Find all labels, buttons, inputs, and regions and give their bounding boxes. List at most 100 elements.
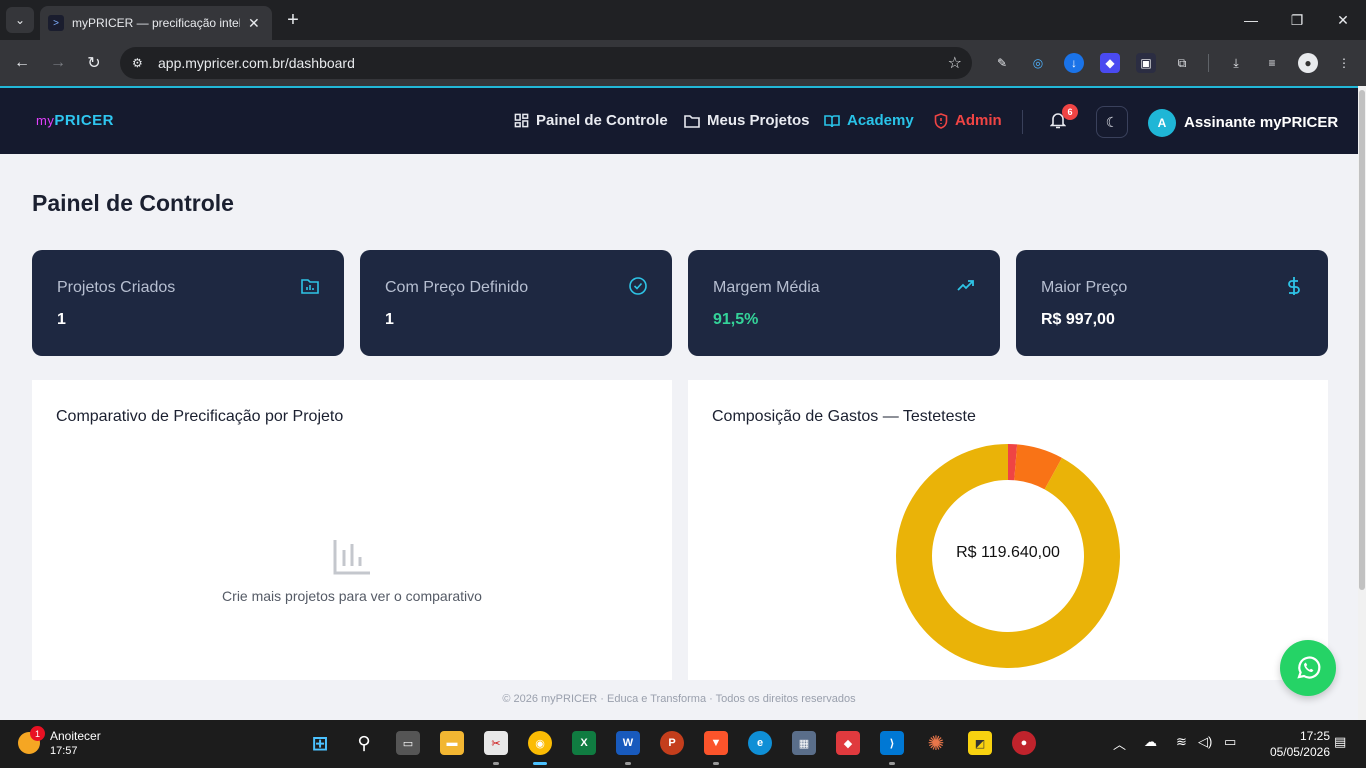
back-button[interactable]: ← <box>10 51 34 75</box>
windows-icon: ⊞ <box>311 732 329 755</box>
bookmark-star-icon[interactable]: ☆ <box>948 53 962 73</box>
word-icon: W <box>622 737 634 749</box>
notifications-badge: 6 <box>1062 104 1078 120</box>
stat-value: 91,5% <box>713 311 759 328</box>
address-bar[interactable]: ⚙ app.mypricer.com.br/dashboard ☆ <box>120 47 972 79</box>
nav-admin[interactable]: Admin <box>934 112 1002 129</box>
word-app[interactable]: W <box>616 731 640 755</box>
snipping-tool-app[interactable]: ✂ <box>484 731 508 755</box>
scrollbar-thumb[interactable] <box>1359 90 1365 590</box>
media-control-icon[interactable]: ≡ <box>1262 53 1282 73</box>
app-logo[interactable]: myPRICER <box>36 112 114 129</box>
restore-button[interactable]: ❐ <box>1282 8 1312 32</box>
dollar-icon <box>1288 277 1300 295</box>
check-circle-icon <box>629 277 647 295</box>
stat-card-margin: Margem Média 91,5% <box>688 250 1000 356</box>
footer: © 2026 myPRICER · Educa e Transforma · T… <box>502 693 856 705</box>
minimize-icon: — <box>1244 12 1258 28</box>
weather-title[interactable]: Anoitecer <box>50 729 101 743</box>
chevron-down-icon: ⌄ <box>14 13 26 27</box>
close-window-button[interactable]: ✕ <box>1328 8 1358 32</box>
close-icon: ✕ <box>1337 11 1349 28</box>
vscode-app[interactable]: ⟩ <box>880 731 904 755</box>
chrome-app[interactable]: ◉ <box>528 731 552 755</box>
sticky-notes-app[interactable]: ◩ <box>968 731 992 755</box>
clock-time[interactable]: 17:25 <box>1290 729 1330 743</box>
weather-time: 17:57 <box>50 745 78 757</box>
nav-dashboard-label: Painel de Controle <box>536 112 668 129</box>
app-navbar: myPRICER Painel de Controle Meus Projeto… <box>0 86 1358 154</box>
edge-icon: e <box>756 737 764 749</box>
composition-panel: Composição de Gastos — Testeteste R$ 119… <box>688 380 1328 680</box>
stat-label: Projetos Criados <box>57 279 176 296</box>
battery-icon[interactable]: ▭ <box>1224 734 1236 750</box>
show-hidden-icons-button[interactable]: ︿ <box>1113 734 1126 753</box>
nav-admin-label: Admin <box>955 112 1002 129</box>
nav-projects-label: Meus Projetos <box>707 112 810 129</box>
close-icon[interactable]: ✕ <box>248 15 260 32</box>
page-title: Painel de Controle <box>32 190 234 216</box>
user-name[interactable]: Assinante myPRICER <box>1184 114 1338 131</box>
empty-state-text: Crie mais projetos para ver o comparativ… <box>222 588 482 604</box>
taskbar: 1 Anoitecer 17:57 ⊞ ⚲ ▭ ▬ ✂ ◉ X W P ▼ e … <box>0 720 1366 768</box>
reload-icon: ↻ <box>87 55 101 72</box>
calculator-app[interactable]: ▦ <box>792 731 816 755</box>
anydesk-app[interactable]: ◆ <box>836 731 860 755</box>
excel-app[interactable]: X <box>572 731 596 755</box>
running-indicator <box>625 762 631 765</box>
app-extension-icon[interactable]: ▣ <box>1136 53 1156 73</box>
folder-icon: ▬ <box>446 737 458 749</box>
start-button[interactable]: ⊞ <box>308 731 332 755</box>
edge-app[interactable]: e <box>748 731 772 755</box>
browser-tab-strip: ⌄ > myPRICER — precificação inteligente … <box>0 0 1366 40</box>
toolbar-divider <box>1208 54 1209 72</box>
globe-extension-icon[interactable]: ◎ <box>1028 53 1048 73</box>
arrow-right-icon: → <box>50 54 66 71</box>
avatar[interactable]: A <box>1148 109 1176 137</box>
site-info-icon[interactable]: ⚙ <box>132 56 152 70</box>
running-indicator <box>493 762 499 765</box>
profile-avatar-icon[interactable]: ● <box>1298 53 1318 73</box>
tab-list-button[interactable]: ⌄ <box>6 7 34 33</box>
trending-up-icon <box>957 280 974 291</box>
downloads-icon[interactable]: ⤓ <box>1226 53 1246 73</box>
eyedropper-extension-icon[interactable]: ✎ <box>992 53 1012 73</box>
shield-icon <box>934 112 948 129</box>
forward-button[interactable]: → <box>46 51 70 75</box>
stat-card-priced: Com Preço Definido 1 <box>360 250 672 356</box>
puzzle-icon[interactable]: ⧉ <box>1172 53 1192 73</box>
nav-projects[interactable]: Meus Projetos <box>684 112 810 129</box>
powerpoint-app[interactable]: P <box>660 731 684 755</box>
donut-center-value: R$ 119.640,00 <box>956 544 1060 561</box>
stat-label: Margem Média <box>713 279 820 296</box>
wifi-icon[interactable]: ≋ <box>1176 734 1187 750</box>
claude-app[interactable]: ✺ <box>924 731 948 755</box>
nav-academy[interactable]: Academy <box>824 112 914 129</box>
recorder-app[interactable]: ● <box>1012 731 1036 755</box>
page-scrollbar[interactable] <box>1358 86 1366 720</box>
brave-app[interactable]: ▼ <box>704 731 728 755</box>
whatsapp-icon <box>1297 656 1321 679</box>
download-extension-icon[interactable]: ↓ <box>1064 53 1084 73</box>
tab-title: myPRICER — precificação inteligente <box>72 16 240 30</box>
onedrive-icon[interactable]: ☁ <box>1144 734 1157 750</box>
extension-icon[interactable]: ◆ <box>1100 53 1120 73</box>
notification-center-icon[interactable]: ▤ <box>1334 734 1346 750</box>
file-explorer-app[interactable]: ▬ <box>440 731 464 755</box>
powerpoint-icon: P <box>668 737 676 749</box>
volume-icon[interactable]: ◁) <box>1198 734 1212 750</box>
browser-tab[interactable]: > myPRICER — precificação inteligente ✕ <box>40 6 272 40</box>
clock-date[interactable]: 05/05/2026 <box>1258 745 1330 759</box>
search-button[interactable]: ⚲ <box>352 731 376 755</box>
reload-button[interactable]: ↻ <box>82 51 106 75</box>
theme-toggle-button[interactable]: ☾ <box>1096 106 1128 138</box>
whatsapp-button[interactable] <box>1280 640 1336 696</box>
task-view-icon: ▭ <box>402 737 414 750</box>
menu-dots-icon[interactable]: ⋮ <box>1334 53 1354 73</box>
new-tab-button[interactable]: + <box>282 8 304 32</box>
task-view-button[interactable]: ▭ <box>396 731 420 755</box>
weather-badge: 1 <box>30 726 45 741</box>
nav-dashboard[interactable]: Painel de Controle <box>514 112 668 129</box>
minimize-button[interactable]: — <box>1236 8 1266 32</box>
chevron-up-icon: ︿ <box>1113 737 1127 752</box>
